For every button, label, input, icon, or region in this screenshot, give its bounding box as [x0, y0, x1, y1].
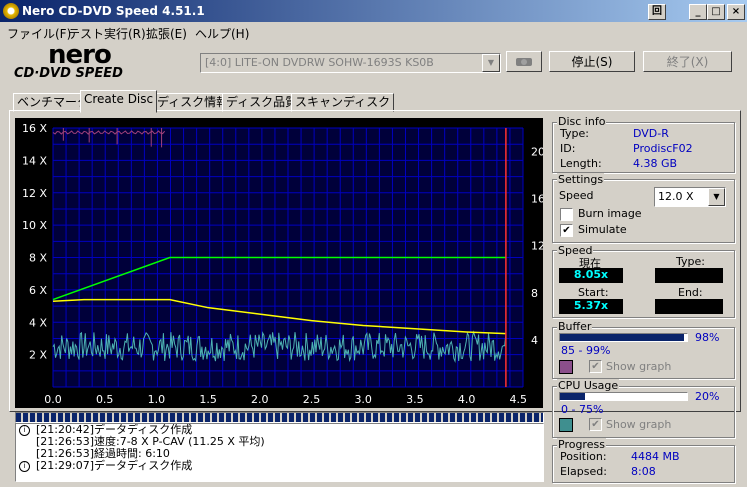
- speed-select[interactable]: 12.0 X ▼: [654, 187, 726, 207]
- log-message: データディスク作成: [94, 459, 193, 472]
- cpu-range: 0 - 75%: [561, 403, 604, 416]
- x-tick-label: 4.0: [458, 393, 476, 406]
- speed-chart-svg: 2 X 4 X 6 X 8 X 10 X 12 X 14 X 16 X 4 8 12 16 20 0.0 0…: [22, 122, 545, 406]
- y-tick-label: 16 X: [22, 122, 47, 135]
- simulate-label: Simulate: [578, 223, 627, 236]
- buffer-title: Buffer: [557, 320, 593, 333]
- y-tick-label: 10 X: [22, 219, 47, 232]
- maximize-button[interactable]: □: [707, 4, 725, 20]
- cpu-color-swatch[interactable]: [559, 418, 573, 432]
- x-tick-label: 4.5: [510, 393, 528, 406]
- y-tick-label: 2 X: [29, 349, 47, 362]
- log-list[interactable]: i [21:20:42] データディスク作成 [21:26:53] 速度:7-8…: [15, 423, 544, 482]
- cpu-bar: [559, 392, 688, 401]
- elapsed-label: Elapsed:: [560, 465, 607, 478]
- cpu-show-graph-label: Show graph: [606, 418, 672, 431]
- eject-button[interactable]: [506, 51, 542, 72]
- y2-tick-label: 4: [531, 334, 538, 347]
- cpu-show-graph-checkbox[interactable]: ✔: [589, 418, 602, 431]
- position-label: Position:: [560, 450, 607, 463]
- disc-type-value: DVD-R: [633, 127, 669, 140]
- y2-tick-label: 16: [531, 193, 543, 206]
- check-icon: ✔: [591, 361, 600, 372]
- restore-button[interactable]: 回: [648, 4, 666, 20]
- cpu-percent: 20%: [695, 390, 720, 403]
- buffer-bar-fill: [560, 334, 685, 341]
- speed-select-value: 12.0 X: [658, 190, 694, 203]
- x-tick-label: 1.0: [148, 393, 166, 406]
- elapsed-value: 8:08: [631, 465, 656, 478]
- disc-type-label: Type:: [560, 127, 589, 140]
- x-tick-label: 3.0: [354, 393, 372, 406]
- end-speed-value: [655, 299, 723, 314]
- start-speed-value: 5.37x: [559, 299, 623, 314]
- y-tick-label: 12 X: [22, 187, 47, 200]
- x-tick-label: 2.0: [251, 393, 269, 406]
- x-tick-label: 1.5: [199, 393, 217, 406]
- disc-id-value: ProdiscF02: [633, 142, 693, 155]
- speed-chart: 2 X 4 X 6 X 8 X 10 X 12 X 14 X 16 X 4 8 12 16 20 0.0 0…: [15, 118, 545, 408]
- tab-create-disc[interactable]: Create Disc: [80, 90, 158, 113]
- check-icon: ✔: [562, 225, 571, 236]
- y-tick-label: 8 X: [29, 252, 47, 265]
- disc-id-label: ID:: [560, 142, 576, 155]
- check-icon: ✔: [591, 419, 600, 430]
- burn-image-label: Burn image: [578, 207, 642, 220]
- buffer-percent: 98%: [695, 331, 720, 344]
- buffer-bar: [559, 333, 688, 342]
- close-button[interactable]: ×: [727, 4, 745, 20]
- drive-select-value: [4:0] LITE-ON DVDRW SOHW-1693S KS0B: [205, 56, 434, 69]
- title-bar[interactable]: Nero CD-DVD Speed 4.51.1 回 _ □ ×: [0, 0, 747, 22]
- log-row: i [21:29:07] データディスク作成: [16, 460, 543, 472]
- cpu-title: CPU Usage: [557, 379, 620, 392]
- speed-setting-label: Speed: [559, 189, 594, 202]
- minimize-button[interactable]: _: [689, 4, 707, 20]
- x-tick-label: 0.0: [44, 393, 62, 406]
- disc-length-label: Length:: [560, 157, 602, 170]
- drive-select[interactable]: [4:0] LITE-ON DVDRW SOHW-1693S KS0B ▼: [200, 53, 501, 73]
- end-speed-label: End:: [678, 286, 703, 299]
- current-speed-value: 8.05x: [559, 268, 623, 283]
- y2-tick-label: 20: [531, 146, 543, 159]
- disc-length-value: 4.38 GB: [633, 157, 678, 170]
- buffer-range: 85 - 99%: [561, 344, 611, 357]
- y-tick-label: 4 X: [29, 316, 47, 329]
- x-tick-label: 0.5: [96, 393, 114, 406]
- simulate-checkbox[interactable]: ✔: [560, 224, 573, 237]
- start-speed-label: Start:: [578, 286, 609, 299]
- position-value: 4484 MB: [631, 450, 680, 463]
- disc-tray-icon: [516, 58, 532, 66]
- x-tick-label: 2.5: [303, 393, 321, 406]
- y2-tick-label: 12: [531, 240, 543, 253]
- log-time: [21:29:07]: [36, 459, 94, 472]
- burn-image-checkbox[interactable]: [560, 208, 573, 221]
- write-progress-bar: [15, 412, 544, 423]
- speed-type-label: Type:: [676, 255, 705, 268]
- app-icon[interactable]: [3, 3, 19, 19]
- info-icon: i: [19, 425, 30, 436]
- buffer-show-graph-label: Show graph: [606, 360, 672, 373]
- y-tick-label: 6 X: [29, 284, 47, 297]
- x-tick-label: 3.5: [406, 393, 424, 406]
- info-icon: i: [19, 461, 30, 472]
- y-tick-label: 14 X: [22, 154, 47, 167]
- window-title: Nero CD-DVD Speed 4.51.1: [22, 4, 205, 18]
- menu-bar: ファイル(F) テスト実行(R) 拡張(E) ヘルプ(H): [0, 22, 747, 41]
- buffer-color-swatch[interactable]: [559, 360, 573, 374]
- menu-extras[interactable]: 拡張(E): [146, 25, 187, 42]
- menu-help[interactable]: ヘルプ(H): [195, 25, 249, 42]
- settings-title: Settings: [557, 173, 605, 186]
- exit-button[interactable]: 終了(X): [643, 51, 732, 72]
- cd-dvd-speed-logo: CD·DVD SPEED: [14, 66, 123, 81]
- buffer-show-graph-checkbox[interactable]: ✔: [589, 360, 602, 373]
- stop-button[interactable]: 停止(S): [549, 51, 635, 72]
- speed-type-value: [655, 268, 723, 283]
- chevron-down-icon[interactable]: ▼: [708, 188, 725, 206]
- chevron-down-icon[interactable]: ▼: [482, 54, 500, 72]
- y2-tick-label: 8: [531, 287, 538, 300]
- cpu-bar-fill: [560, 393, 586, 400]
